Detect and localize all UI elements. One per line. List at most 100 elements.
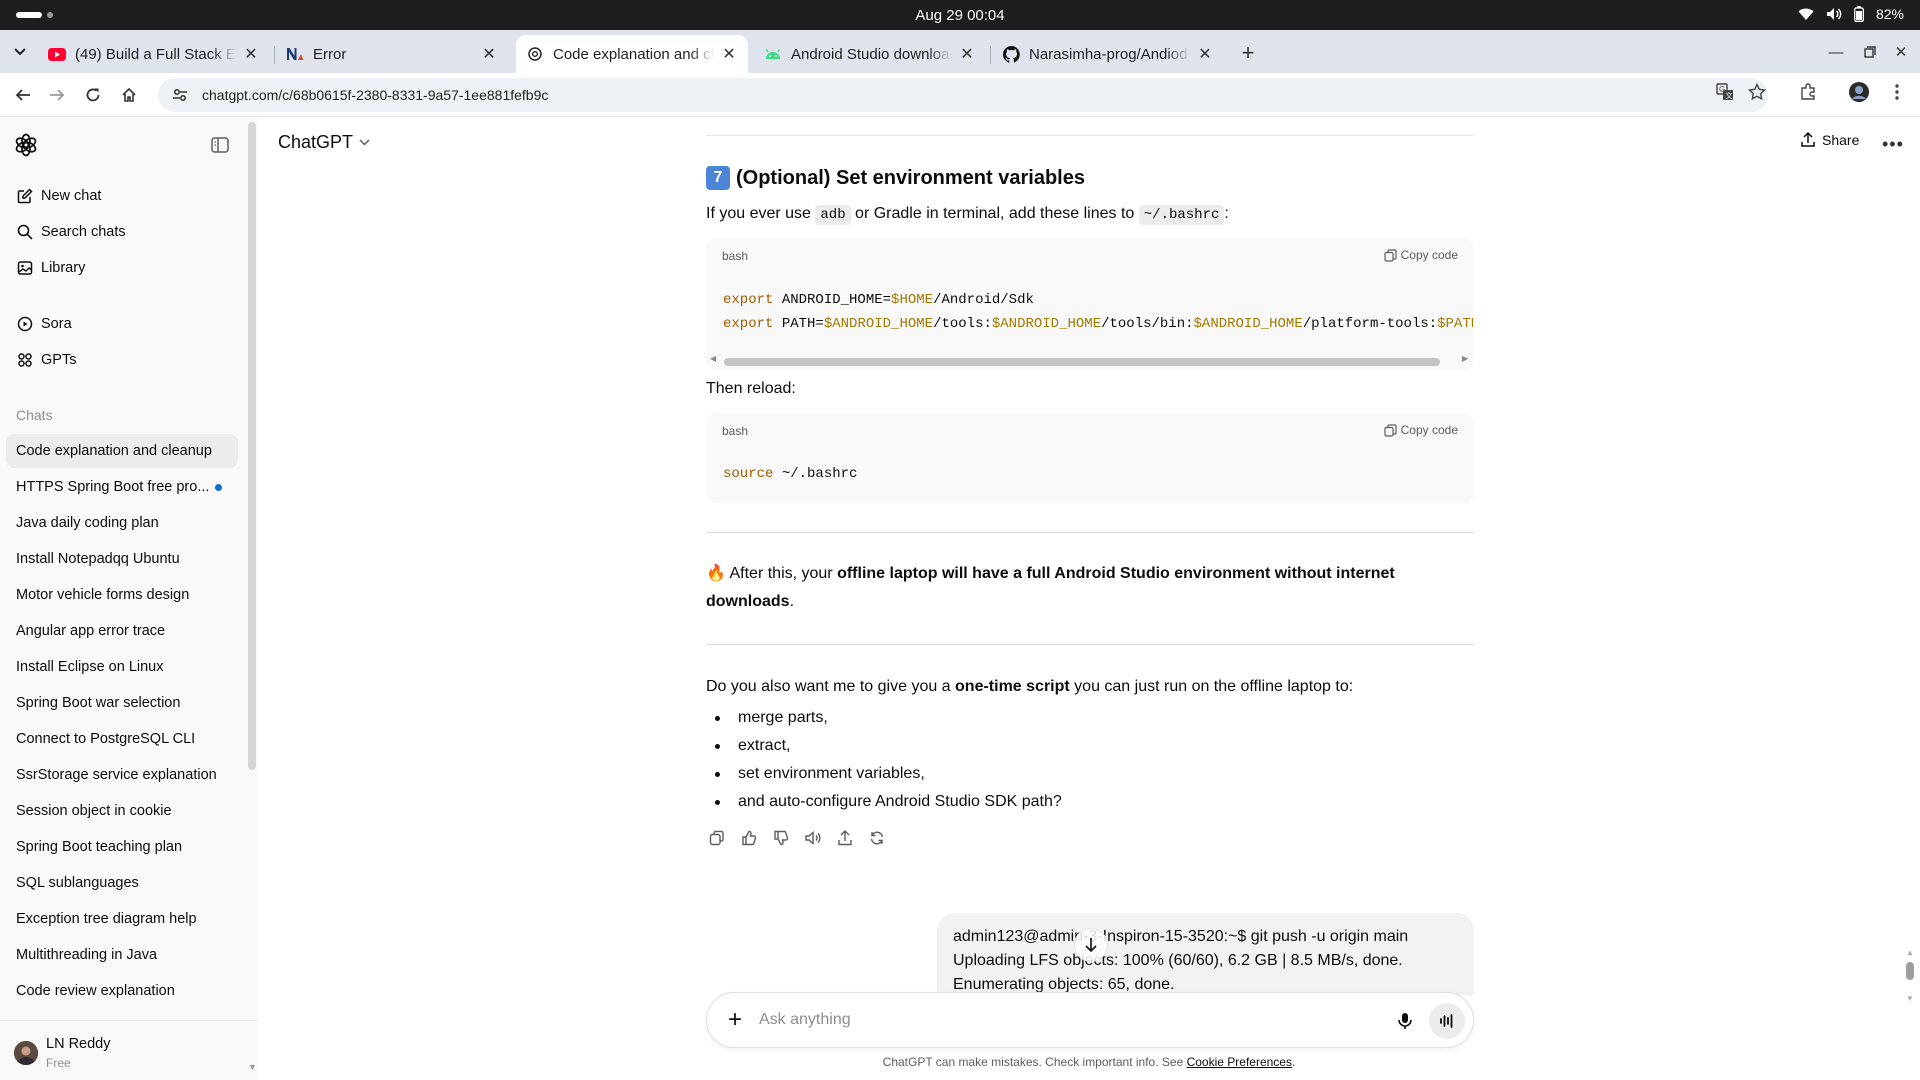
code-content[interactable]: source ~/.bashrc (723, 462, 1473, 486)
nav-label: GPTs (41, 352, 77, 368)
prompt-input[interactable] (759, 1005, 1359, 1035)
tab-divider (990, 46, 991, 64)
scroll-left-arrow-icon[interactable]: ◀ (710, 354, 716, 363)
user-profile-menu[interactable]: LN Reddy Free (0, 1020, 258, 1080)
gpts-button[interactable]: GPTs (6, 343, 238, 377)
horizontal-scrollbar[interactable] (724, 358, 1440, 366)
chat-history-item[interactable]: Java daily coding plan (6, 506, 238, 540)
sora-button[interactable]: Sora (6, 307, 238, 341)
message-composer: + (706, 992, 1474, 1048)
regenerate-icon[interactable] (866, 827, 888, 849)
intro-paragraph: If you ever use adb or Gradle in termina… (706, 200, 1229, 229)
disclaimer-footer: ChatGPT can make mistakes. Check importa… (0, 1055, 1920, 1069)
close-tab-icon[interactable]: ✕ (958, 45, 976, 63)
close-tab-icon[interactable]: ✕ (242, 45, 260, 63)
copy-code-button[interactable]: Copy code (1384, 248, 1458, 262)
chat-title: Multithreading in Java (16, 947, 158, 963)
tab-list-button[interactable] (6, 39, 34, 65)
android-icon (764, 45, 782, 63)
chat-history-item[interactable]: Exception tree diagram help (6, 902, 238, 936)
add-attachment-button[interactable]: + (723, 1006, 747, 1033)
library-button[interactable]: Library (6, 251, 238, 285)
tab-title: Error (313, 45, 347, 63)
code-content[interactable]: export ANDROID_HOME=$HOME/Android/Sdk ex… (723, 288, 1473, 336)
chat-history-item[interactable]: Angular app error trace (6, 614, 238, 648)
extensions-icon[interactable] (1797, 81, 1819, 103)
read-aloud-icon[interactable] (802, 827, 824, 849)
close-tab-icon[interactable]: ✕ (1196, 45, 1214, 63)
chat-title: Install Eclipse on Linux (16, 659, 164, 675)
scroll-to-bottom-button[interactable] (1074, 928, 1108, 962)
forward-button[interactable] (44, 82, 70, 108)
chat-title: Motor vehicle forms design (16, 587, 190, 603)
chat-title: Spring Boot teaching plan (16, 839, 183, 855)
library-icon (16, 259, 34, 277)
new-tab-button[interactable]: + (1234, 39, 1262, 67)
message-actions (706, 827, 888, 849)
chat-history-item[interactable]: Install Notepadqq Ubuntu (6, 542, 238, 576)
copy-code-button[interactable]: Copy code (1384, 423, 1458, 437)
home-icon (122, 87, 136, 102)
chatgpt-logo-icon[interactable] (14, 133, 38, 157)
chat-history-item[interactable]: Multithreading in Java (6, 938, 238, 972)
thumbs-up-icon[interactable] (738, 827, 760, 849)
home-button[interactable] (116, 82, 142, 108)
chat-history-item[interactable]: HTTPS Spring Boot free pro... (6, 470, 238, 504)
user-name: LN Reddy (46, 1036, 111, 1052)
reload-button[interactable] (80, 82, 106, 108)
page-scrollbar[interactable] (1906, 962, 1914, 980)
arrow-down-icon (1085, 938, 1097, 953)
os-status-area[interactable]: 82% (1798, 6, 1904, 22)
sidebar: New chat Search chats Library Sora GPTs … (0, 118, 258, 1080)
chat-title: Connect to PostgreSQL CLI (16, 731, 196, 747)
new-chat-button[interactable]: New chat (6, 179, 238, 213)
close-window-icon[interactable]: ✕ (1890, 41, 1912, 63)
cookie-preferences-link[interactable]: Cookie Preferences (1187, 1055, 1292, 1069)
copy-code-label: Copy code (1400, 423, 1458, 437)
sidebar-toggle-icon[interactable] (210, 135, 230, 155)
chat-history-item[interactable]: SsrStorage service explanation (6, 758, 238, 792)
thumbs-down-icon[interactable] (770, 827, 792, 849)
address-bar[interactable]: chatgpt.com/c/68b0615f-2380-8331-9a57-1e… (158, 78, 1768, 112)
chat-history-item[interactable]: Install Eclipse on Linux (6, 650, 238, 684)
chat-history-item[interactable]: Spring Boot war selection (6, 686, 238, 720)
user-message-line: admin123@admin-3-Inspiron-15-3520:~$ git… (953, 928, 1409, 945)
chat-history-item[interactable]: Code review explanation (6, 974, 238, 1008)
browser-tab[interactable]: Narasimha-prog/Andiod ✕ (992, 35, 1224, 73)
microphone-icon[interactable] (1393, 1009, 1417, 1033)
model-selector[interactable]: ChatGPT (278, 132, 370, 153)
browser-tab[interactable]: Android Studio download ✕ (754, 35, 986, 73)
chat-history-item[interactable]: SQL sublanguages (6, 866, 238, 900)
browser-tab[interactable]: (49) Build a Full Stack E-commerce ✕ (38, 35, 270, 73)
share-message-icon[interactable] (834, 827, 856, 849)
copy-icon[interactable] (706, 827, 728, 849)
os-clock[interactable]: Aug 29 00:04 (0, 7, 1920, 24)
browser-menu-icon[interactable] (1886, 81, 1908, 103)
text-fragment: After this, your (729, 565, 838, 582)
scroll-right-arrow-icon[interactable]: ▶ (1462, 354, 1468, 363)
chat-history-item[interactable]: Code explanation and cleanup (6, 434, 238, 468)
restore-icon[interactable] (1859, 41, 1881, 63)
share-button[interactable]: Share (1800, 132, 1859, 148)
browser-tab[interactable]: Error ✕ (276, 35, 508, 73)
sidebar-scrollbar[interactable] (248, 122, 256, 770)
close-tab-icon[interactable]: ✕ (720, 45, 738, 63)
profile-avatar-icon[interactable] (1848, 81, 1870, 103)
translate-icon[interactable]: G文 (1714, 81, 1736, 103)
chat-history-item[interactable]: Motor vehicle forms design (6, 578, 238, 612)
voice-mode-button[interactable] (1429, 1003, 1465, 1039)
back-button[interactable] (10, 82, 36, 108)
browser-tab-active[interactable]: Code explanation and cleanup ✕ (516, 35, 748, 73)
bookmark-star-icon[interactable] (1746, 81, 1768, 103)
chat-history-item[interactable]: Session object in cookie (6, 794, 238, 828)
heading-text: (Optional) Set environment variables (736, 166, 1085, 189)
close-tab-icon[interactable]: ✕ (480, 45, 498, 63)
chat-history-item[interactable]: Connect to PostgreSQL CLI (6, 722, 238, 756)
chat-history-item[interactable]: Spring Boot teaching plan (6, 830, 238, 864)
minimize-icon[interactable]: — (1825, 41, 1847, 63)
more-options-icon[interactable]: ••• (1882, 134, 1904, 155)
scroll-down-arrow-icon[interactable]: ▼ (1906, 994, 1914, 1003)
scroll-up-arrow-icon[interactable]: ▲ (1906, 948, 1914, 957)
site-info-icon[interactable] (170, 85, 190, 105)
search-chats-button[interactable]: Search chats (6, 215, 238, 249)
